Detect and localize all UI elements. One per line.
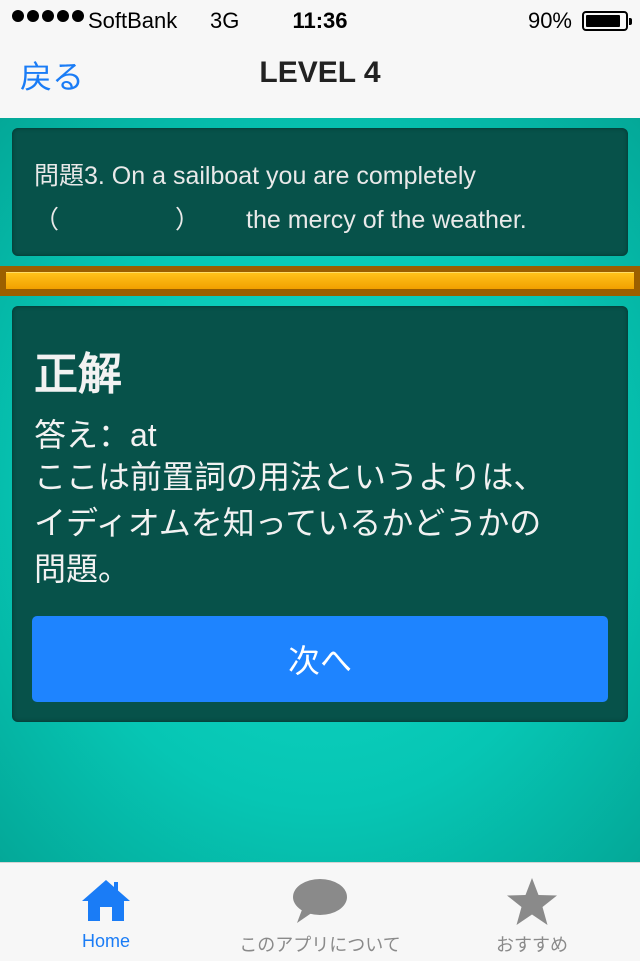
explanation-line: イディオムを知っているかどうかの [34,505,542,541]
explanation-text: ここは前置詞の用法というよりは、 イディオムを知っているかどうかの 問題。 [34,454,614,592]
question-text-rest: the mercy of the weather. [246,206,527,234]
tab-recommend[interactable]: おすすめ [462,863,602,961]
progress-bar-fill [6,272,634,289]
tab-home[interactable]: Home [36,863,176,961]
battery-percent: 90% [527,8,572,33]
explanation-line: 問題。 [34,551,131,587]
navigation-bar: 戻る LEVEL 4 [0,40,640,119]
question-text: 問題3. On a sailboat you are completely [34,162,476,190]
tab-label: おすすめ [496,935,568,955]
home-icon [82,880,130,921]
tab-bar: Home このアプリについて おすすめ [0,862,640,961]
blank-open-paren: （ [34,206,60,234]
battery-icon [582,11,632,31]
star-icon [507,878,557,925]
answer-panel: 正解 答え：at ここは前置詞の用法というよりは、 イディオムを知っているかどう… [12,306,628,722]
status-bar: SoftBank 3G 11:36 90% [0,0,640,40]
next-button[interactable]: 次へ [32,616,608,702]
answer-text: 答え：at [34,417,157,453]
progress-bar [0,266,640,296]
question-text-blank-line: （ ） the mercy of the weather. [34,200,527,236]
tab-label: このアプリについて [239,935,401,955]
tab-about-app[interactable]: このアプリについて [210,863,430,961]
tab-label: Home [81,931,130,951]
speech-bubble-icon [293,879,347,923]
question-panel: 問題3. On a sailboat you are completely （ ）… [12,128,628,256]
quiz-content: 問題3. On a sailboat you are completely （ ）… [0,118,640,862]
blank-close-paren: ） [175,206,201,234]
page-title: LEVEL 4 [259,56,381,89]
explanation-line: ここは前置詞の用法というよりは、 [34,459,546,495]
result-label: 正解 [34,350,122,399]
